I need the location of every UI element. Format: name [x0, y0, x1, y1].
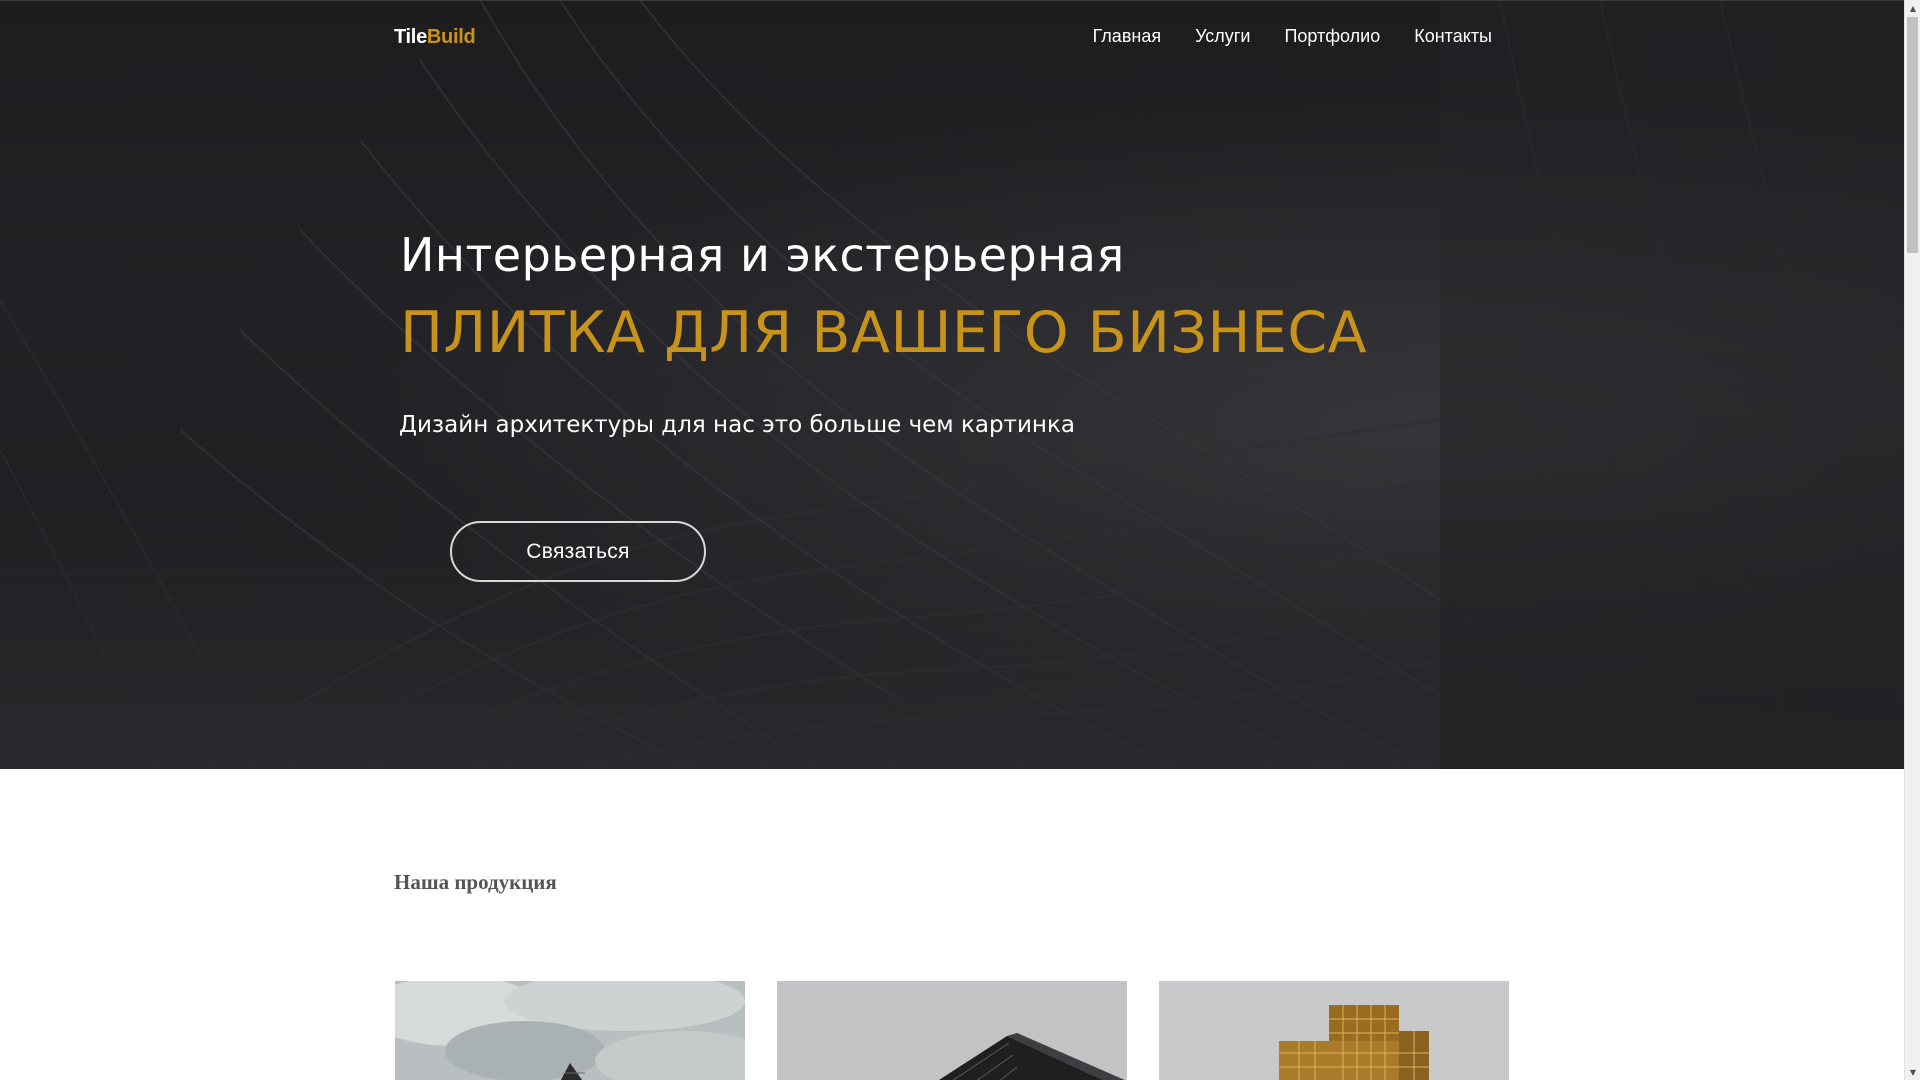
product-image-building-cloudy-sky	[395, 981, 745, 1080]
page: TileBuild Главная Услуги Портфолио Конта…	[0, 0, 1904, 1080]
product-image-glass-building-corner	[777, 981, 1127, 1080]
hero-title-line1: Интерьерная и экстерьерная	[400, 228, 1125, 282]
product-card[interactable]	[395, 981, 745, 1080]
contact-button[interactable]: Связаться	[450, 521, 706, 582]
hero-section: TileBuild Главная Услуги Портфолио Конта…	[0, 0, 1904, 769]
page-scrollbar[interactable]: ▲ ▼	[1904, 0, 1920, 1080]
product-image-golden-facade-building	[1159, 981, 1509, 1080]
nav-link-services[interactable]: Услуги	[1195, 26, 1250, 47]
logo-text-primary: Tile	[394, 26, 427, 48]
main-nav: Главная Услуги Портфолио Контакты	[1093, 26, 1492, 47]
hero-right-panel	[1440, 0, 1904, 769]
scrollbar-thumb[interactable]	[1907, 17, 1918, 253]
site-logo[interactable]: TileBuild	[394, 26, 476, 49]
nav-link-home[interactable]: Главная	[1093, 26, 1162, 47]
hero-title-line2: ПЛИТКА ДЛЯ ВАШЕГО БИЗНЕСА	[400, 300, 1368, 366]
scroll-up-arrow-icon[interactable]: ▲	[1905, 0, 1920, 16]
scroll-down-arrow-icon[interactable]: ▼	[1905, 1064, 1920, 1080]
products-section-title: Наша продукция	[394, 870, 557, 894]
nav-link-contacts[interactable]: Контакты	[1414, 26, 1492, 47]
product-card[interactable]	[1159, 981, 1509, 1080]
hero-subtitle: Дизайн архитектуры для нас это больше че…	[399, 412, 1075, 438]
nav-link-portfolio[interactable]: Портфолио	[1284, 26, 1380, 47]
top-border	[0, 0, 1904, 1]
logo-text-accent: Build	[426, 26, 476, 48]
product-card[interactable]	[777, 981, 1127, 1080]
